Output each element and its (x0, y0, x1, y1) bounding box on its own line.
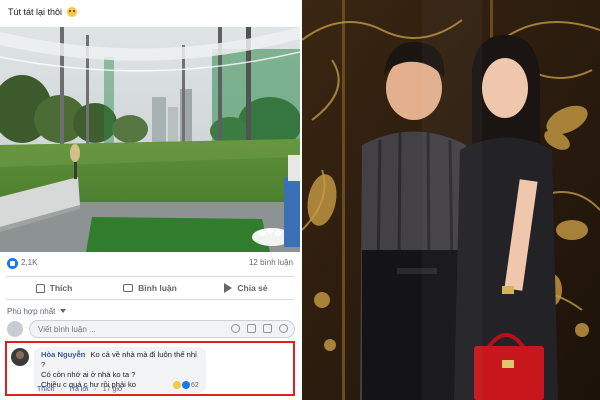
comment-button-label: Bình luận (138, 283, 177, 293)
chevron-down-icon (59, 309, 66, 313)
share-button[interactable]: Chia sẻ (198, 277, 294, 299)
emoji-icon[interactable] (231, 324, 240, 333)
comment-icon (123, 284, 134, 292)
post-caption: Tút tát lại thôi (8, 7, 77, 17)
grin-emoji-icon (66, 7, 77, 17)
post-caption-text: Tút tát lại thôi (8, 7, 63, 17)
facebook-post: Tút tát lại thôi 2,1K 12 bình luận Thích… (0, 0, 300, 400)
comment-avatar[interactable] (11, 348, 29, 366)
gif-icon[interactable] (263, 324, 272, 333)
comment-author[interactable]: Hòa Nguyễn (41, 350, 85, 359)
comment-composer (7, 319, 295, 339)
comment-reply-link[interactable]: Trả lời (69, 386, 89, 393)
golf-range-photo[interactable] (0, 27, 300, 252)
share-button-label: Chia sẻ (237, 283, 268, 293)
comment-meta: Thích · Trả lời · 17 giờ (37, 386, 123, 393)
avatar (7, 321, 23, 337)
comment-time: 17 giờ (102, 386, 123, 393)
comment-line-2: Có còn nhớ ai ở nhà ko ta ? (41, 370, 136, 379)
like-reaction-icon (182, 381, 190, 389)
haha-reaction-icon (173, 381, 181, 389)
post-stats: 2,1K 12 bình luận (0, 256, 300, 272)
like-button-label: Thích (49, 283, 73, 293)
thumb-up-icon (35, 283, 45, 293)
comment-button[interactable]: Bình luận (102, 277, 198, 299)
comment-count[interactable]: 12 bình luận (249, 258, 293, 267)
sticker-icon[interactable] (279, 324, 288, 333)
comment-reactions[interactable]: 62 (173, 381, 199, 389)
comment-react-count: 62 (191, 381, 199, 389)
golf-range-illustration (0, 27, 300, 252)
post-action-bar: Thích Bình luận Chia sẻ (6, 276, 294, 300)
composer-icons (231, 324, 288, 333)
like-button[interactable]: Thích (6, 277, 102, 299)
like-reaction-icon[interactable] (7, 258, 18, 269)
couple-photo-illustration (302, 0, 600, 400)
comment-like-link[interactable]: Thích (37, 386, 55, 393)
comment-sort-dropdown[interactable]: Phù hợp nhất (7, 307, 66, 316)
share-icon (224, 283, 233, 293)
couple-photo[interactable] (302, 0, 600, 400)
camera-icon[interactable] (247, 324, 256, 333)
comment-sort-label: Phù hợp nhất (7, 307, 56, 316)
reaction-count[interactable]: 2,1K (21, 258, 37, 267)
highlighted-comment: Hòa Nguyễn Ko cả về nhà mà đi luôn thế n… (5, 341, 295, 396)
